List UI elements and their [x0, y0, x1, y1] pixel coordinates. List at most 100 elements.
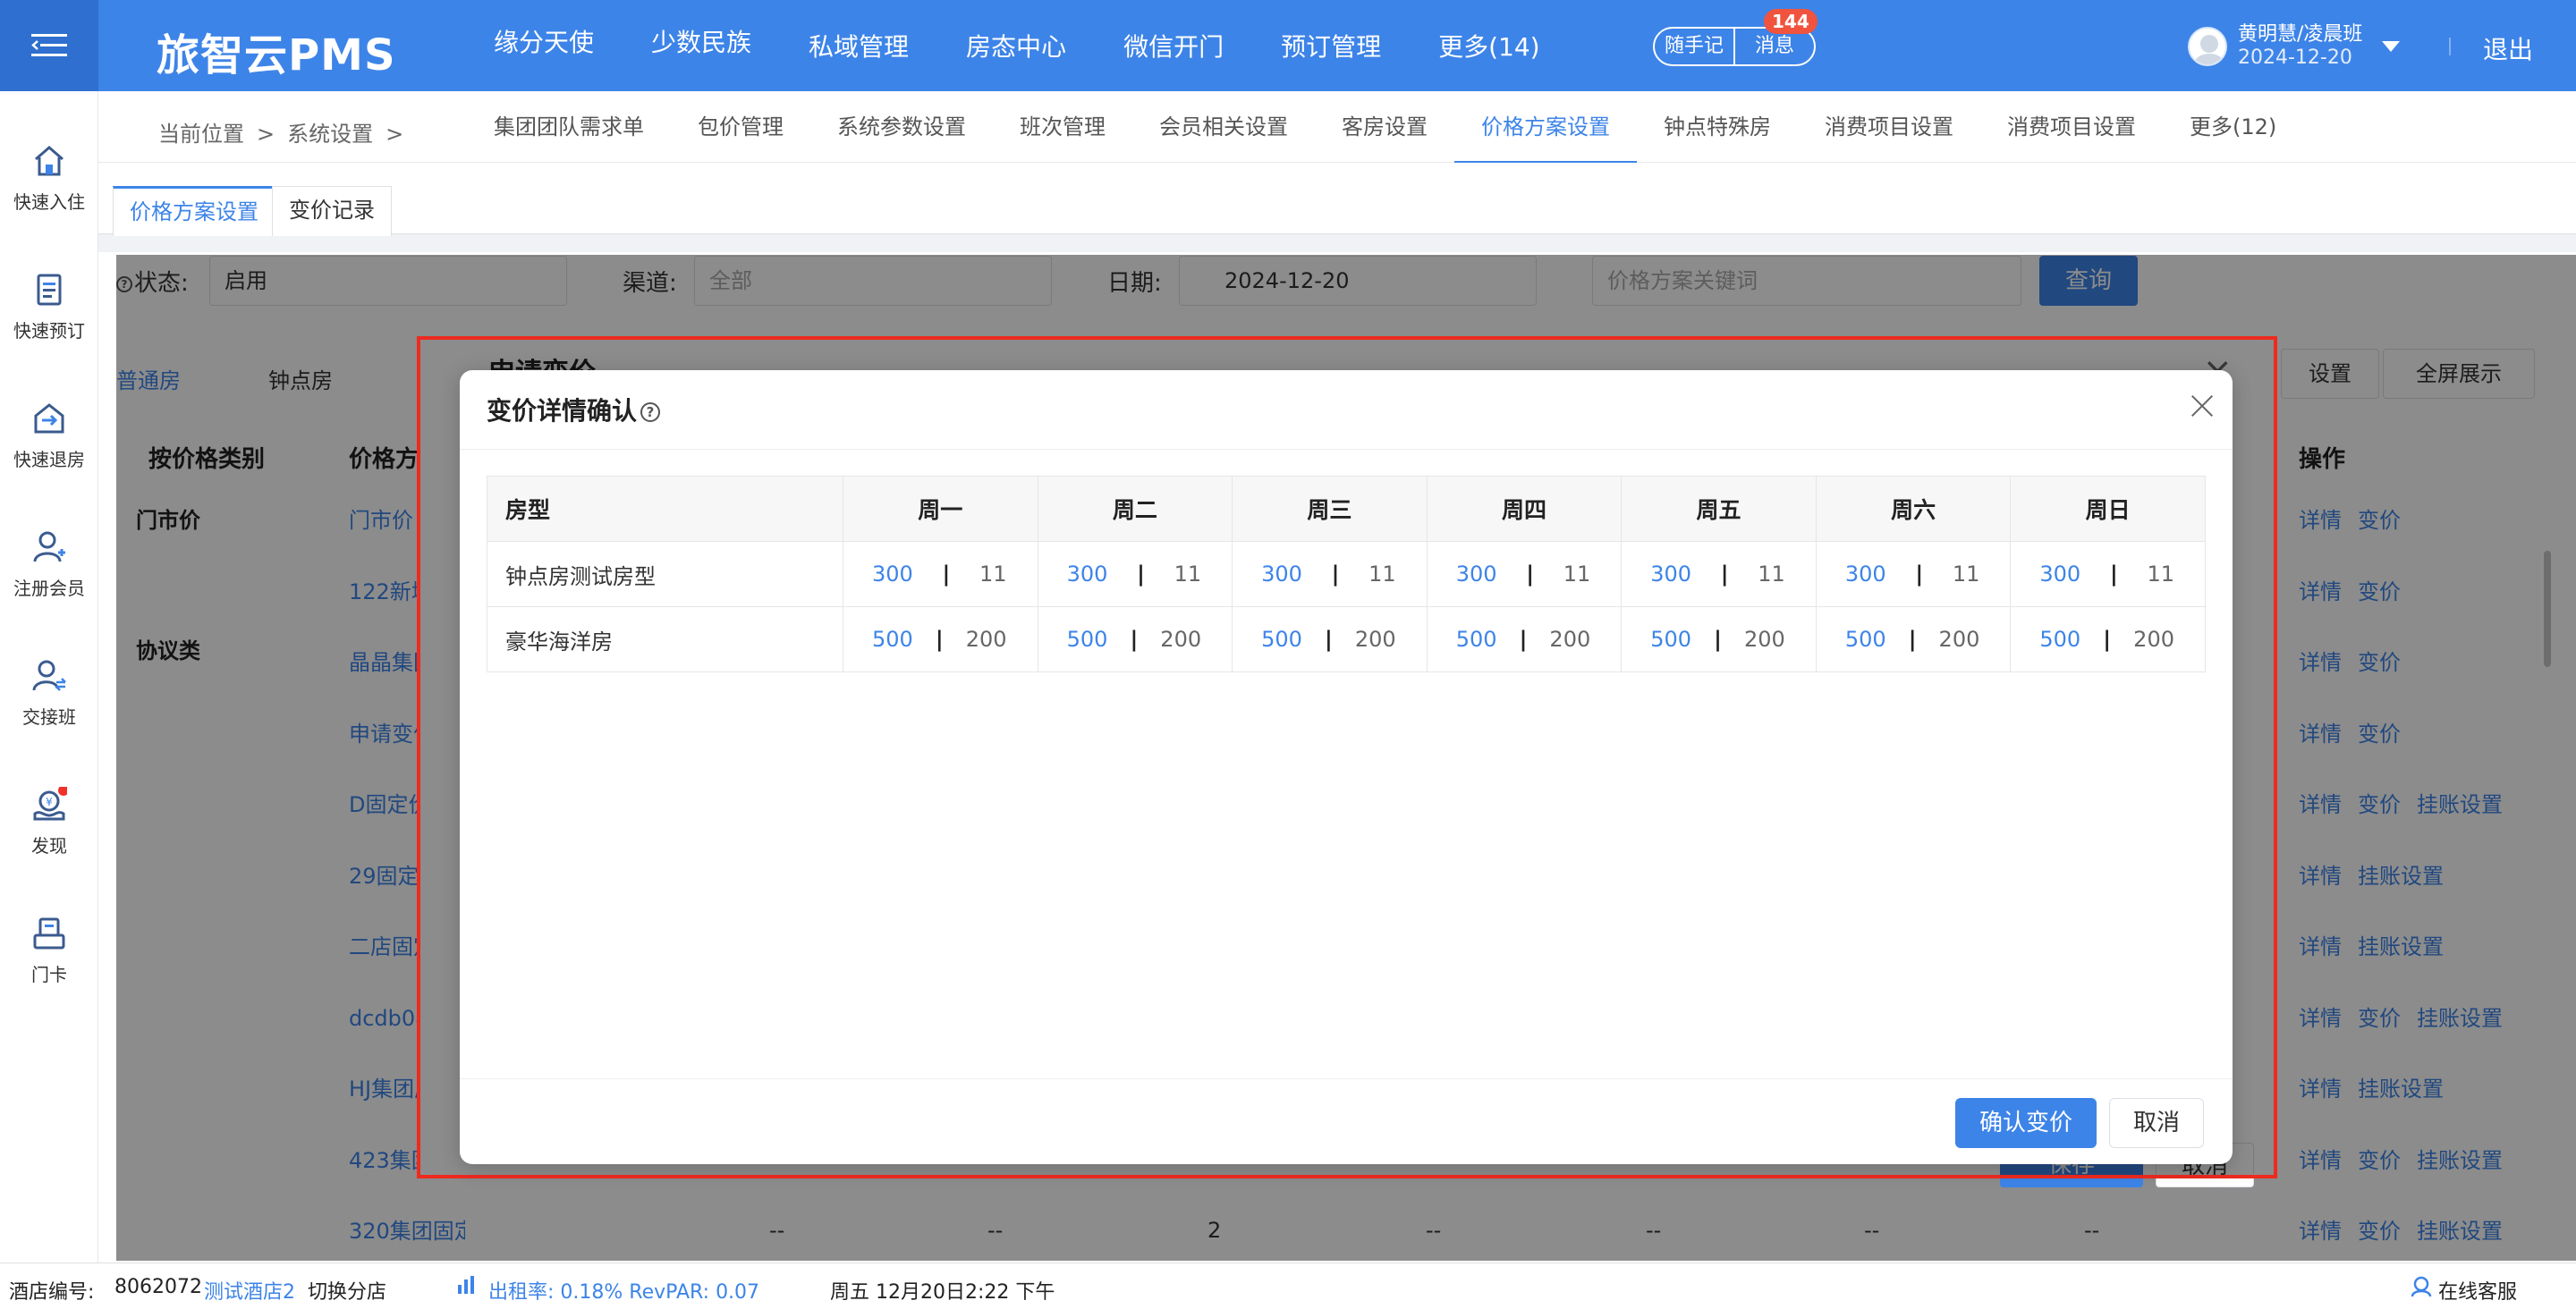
new-price[interactable]: 500: [2039, 627, 2080, 652]
old-price: 200: [1938, 627, 1980, 652]
cancel-button[interactable]: 取消: [2109, 1098, 2204, 1148]
hotel-name[interactable]: 测试酒店2: [204, 1276, 295, 1305]
new-price[interactable]: 500: [872, 627, 913, 652]
new-price[interactable]: 500: [1456, 627, 1497, 652]
price-cell: 500 | 200: [1815, 606, 2012, 672]
tab-price-plan[interactable]: 价格方案设置: [113, 186, 275, 236]
notes-button[interactable]: 随手记: [1655, 29, 1735, 64]
value-separator: |: [1720, 562, 1729, 587]
online-service-button[interactable]: 在线客服: [2438, 1276, 2517, 1305]
switch-branch-button[interactable]: 切换分店: [308, 1276, 386, 1305]
sidebar-item-register[interactable]: 注册会员: [0, 529, 98, 600]
subtab-more[interactable]: 更多(12): [2163, 91, 2303, 163]
old-price: 200: [965, 627, 1007, 652]
nav-item-yuanfen[interactable]: 缘分天使: [465, 0, 623, 91]
sidebar-item-doorcard[interactable]: 门卡: [0, 916, 98, 986]
new-price[interactable]: 500: [1845, 627, 1886, 652]
dialog-footer-divider: [460, 1078, 2233, 1079]
breadcrumb-sep: >: [386, 122, 404, 147]
subtab-package[interactable]: 包价管理: [671, 91, 810, 163]
price-cell: 500 | 200: [843, 606, 1038, 672]
dialog-title-text: 变价详情确认: [487, 396, 638, 426]
old-price: 11: [979, 562, 1007, 587]
value-separator: |: [2103, 627, 2112, 652]
new-price[interactable]: 300: [1067, 562, 1108, 587]
page-tabs: 价格方案设置 变价记录: [98, 163, 2576, 236]
subtab-group-team[interactable]: 集团团队需求单: [467, 91, 671, 163]
old-price: 11: [1758, 562, 1785, 587]
confirm-change-button[interactable]: 确认变价: [1955, 1098, 2097, 1148]
old-price: 200: [1743, 627, 1785, 652]
new-price[interactable]: 300: [1650, 562, 1691, 587]
checkout-house-icon: [31, 401, 67, 436]
settings-subtabs: 集团团队需求单 包价管理 系统参数设置 班次管理 会员相关设置 客房设置 价格方…: [467, 91, 2303, 165]
value-separator: |: [935, 627, 944, 652]
col-fri: 周五: [1621, 476, 1817, 542]
svg-text:¥: ¥: [46, 796, 53, 808]
col-room-type: 房型: [487, 476, 843, 542]
subtab-system-params[interactable]: 系统参数设置: [810, 91, 993, 163]
subtab-hourly-room[interactable]: 钟点特殊房: [1637, 91, 1798, 163]
old-price: 11: [1952, 562, 1980, 587]
sidebar-item-discover[interactable]: ¥ 发现: [0, 785, 98, 857]
new-price[interactable]: 300: [872, 562, 913, 587]
home-icon: [31, 143, 67, 179]
price-cell: 300 | 11: [1621, 541, 1817, 607]
nav-item-minzu[interactable]: 少数民族: [623, 0, 780, 91]
avatar: [2188, 27, 2227, 66]
nav-item-private-domain[interactable]: 私域管理: [780, 0, 937, 91]
subtab-shift[interactable]: 班次管理: [993, 91, 1132, 163]
breadcrumb-section[interactable]: 系统设置: [287, 122, 373, 147]
sidebar-item-booking[interactable]: 快速预订: [0, 272, 98, 342]
sidebar-item-checkin[interactable]: 快速入住: [0, 143, 98, 214]
subtab-room[interactable]: 客房设置: [1315, 91, 1454, 163]
new-price[interactable]: 500: [1261, 627, 1302, 652]
table-row: 豪华海洋房 500 | 200 500 | 200 500 | 200 500 | 200 500 | 200…: [487, 606, 2206, 672]
new-price[interactable]: 300: [1845, 562, 1886, 587]
old-price: 200: [2133, 627, 2174, 652]
sidebar-item-handover[interactable]: 交接班: [0, 658, 98, 729]
price-table: 房型 周一 周二 周三 周四 周五 周六 周日 钟点房测试房型 300 | 11 300…: [487, 476, 2206, 672]
old-price: 11: [1368, 562, 1396, 587]
menu-toggle-icon[interactable]: [0, 0, 98, 91]
subtab-member[interactable]: 会员相关设置: [1132, 91, 1315, 163]
old-price: 200: [1354, 627, 1396, 652]
price-table-body: 钟点房测试房型 300 | 11 300 | 11 300 | 11 300 | 11 300 | 11 300…: [487, 541, 2206, 672]
nav-item-room-status[interactable]: 房态中心: [937, 0, 1095, 91]
message-count-badge: 144: [1764, 9, 1818, 34]
new-price[interactable]: 500: [1067, 627, 1108, 652]
hotel-no: 8062072: [114, 1276, 202, 1298]
new-price[interactable]: 300: [2039, 562, 2080, 587]
left-quick-bar: 快速入住 快速预订 快速退房 注册会员 交接班 ¥ 发现 门卡: [0, 91, 98, 1263]
nav-item-reservation[interactable]: 预订管理: [1252, 0, 1410, 91]
headset-icon: [2410, 1276, 2433, 1303]
value-separator: |: [1325, 627, 1333, 652]
new-price[interactable]: 300: [1261, 562, 1302, 587]
sidebar-label-doorcard: 门卡: [31, 964, 67, 985]
new-price[interactable]: 500: [1650, 627, 1691, 652]
subtab-price-plan[interactable]: 价格方案设置: [1454, 91, 1637, 165]
col-sat: 周六: [1815, 476, 2012, 542]
subtab-consumption-1[interactable]: 消费项目设置: [1798, 91, 1980, 163]
close-icon[interactable]: [2188, 392, 2216, 420]
user-menu[interactable]: 黄明慧/凌晨班 2024-12-20: [2188, 23, 2401, 70]
sidebar-label-checkin: 快速入住: [13, 191, 85, 213]
logout-button[interactable]: 退出: [2483, 30, 2533, 66]
tab-change-log[interactable]: 变价记录: [272, 186, 392, 236]
sidebar-item-checkout[interactable]: 快速退房: [0, 401, 98, 471]
nav-item-more[interactable]: 更多(14): [1410, 0, 1568, 91]
price-cell: 500 | 200: [1037, 606, 1233, 672]
value-separator: |: [1331, 562, 1340, 587]
price-cell: 300 | 11: [843, 541, 1038, 607]
new-price[interactable]: 300: [1456, 562, 1497, 587]
breadcrumb: 当前位置 > 系统设置 >: [158, 116, 416, 148]
col-tue: 周二: [1037, 476, 1233, 542]
old-price: 200: [1549, 627, 1591, 652]
subtab-consumption-2[interactable]: 消费项目设置: [1980, 91, 2163, 163]
discover-icon: ¥: [31, 785, 69, 823]
nav-item-wechat-door[interactable]: 微信开门: [1095, 0, 1252, 91]
header-divider: [2449, 38, 2451, 55]
chevron-down-icon[interactable]: [2382, 41, 2401, 52]
messages-button[interactable]: 消息: [1735, 29, 1814, 64]
help-icon[interactable]: ?: [640, 402, 661, 422]
